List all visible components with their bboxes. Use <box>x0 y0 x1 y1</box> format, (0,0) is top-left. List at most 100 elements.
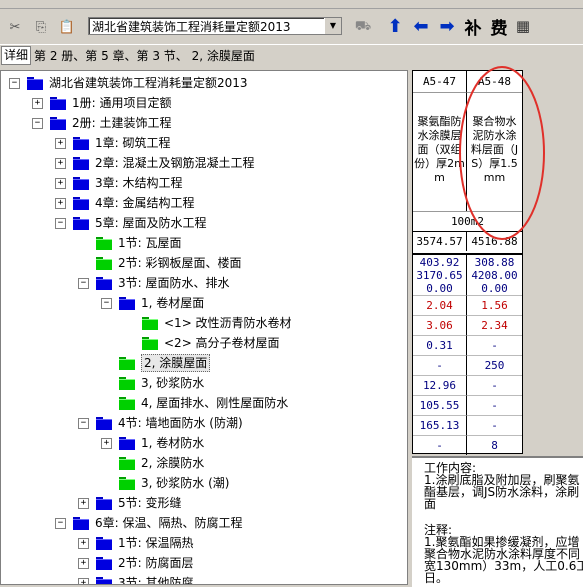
folder-icon <box>119 397 135 410</box>
tree-node[interactable]: +1节: 保温隔热 <box>1 533 407 553</box>
tree-node-label: 2章: 混凝土及钢筋混凝土工程 <box>95 156 255 170</box>
breakdown-1-machine: 0.00 <box>426 282 453 295</box>
tree-node[interactable]: +3节: 其他防腐 <box>1 573 407 584</box>
notes-content: 工作内容: 1.涂刷底脂及附加层，刷聚氨酯基层，调JS防水涂料，涂刷面 注释: … <box>424 462 583 584</box>
collapse-icon[interactable]: − <box>32 118 43 129</box>
tree-node-label: 3, 砂浆防水 (潮) <box>141 476 230 490</box>
expand-icon[interactable]: + <box>55 138 66 149</box>
folder-icon <box>96 497 112 510</box>
collapse-icon[interactable]: − <box>55 218 66 229</box>
copy-icon[interactable]: ⎘ <box>30 16 52 38</box>
collapse-icon[interactable]: − <box>78 278 89 289</box>
consumption-cell[interactable]: - <box>413 435 467 455</box>
consumption-cell[interactable]: 3.06 <box>413 315 467 335</box>
paste-icon[interactable]: 📋 <box>56 16 78 38</box>
tree-node[interactable]: − 6章: 保温、隔热、防腐工程 <box>1 513 407 533</box>
tree-node[interactable]: +2节: 防腐面层 <box>1 553 407 573</box>
consumption-cell[interactable]: 165.13 <box>413 415 467 435</box>
tree-node-label: 3节: 屋面防水、排水 <box>118 276 230 290</box>
folder-icon <box>27 77 43 90</box>
breakdown-1-labor: 403.92 <box>419 256 460 269</box>
grid-tool-icon[interactable]: ▦ <box>512 15 534 37</box>
quota-tree[interactable]: − 湖北省建筑装饰工程消耗量定额2013 +1册: 通用项目定额 − 2册: 土建装饰工… <box>0 70 408 585</box>
collapse-icon[interactable]: − <box>78 418 89 429</box>
consumption-cell[interactable]: 12.96 <box>413 375 467 395</box>
tree-node[interactable]: 2, 涂膜屋面 <box>1 353 407 373</box>
tree-node[interactable]: − 3节: 屋面防水、排水 <box>1 273 407 293</box>
tree-node-label: 1, 卷材防水 <box>141 436 205 450</box>
tree-node[interactable]: +5节: 变形缝 <box>1 493 407 513</box>
breakdown-2-machine: 0.00 <box>481 282 508 295</box>
work-content-text: 1.涂刷底脂及附加层，刷聚氨酯基层，调JS防水涂料，涂刷面 <box>424 473 580 511</box>
tree-node-label: 1章: 砌筑工程 <box>95 136 171 150</box>
folder-icon <box>96 577 112 584</box>
folder-icon <box>73 217 89 230</box>
toolbar: ✂ ⎘ 📋 湖北省建筑装饰工程消耗量定额2013 ▼ ⛟ ⬆ ⬅ ➡ 补 费 ▦ <box>0 0 583 44</box>
consumption-cell[interactable]: 1.56 <box>467 295 522 315</box>
collapse-icon[interactable]: − <box>101 298 112 309</box>
collapse-icon[interactable]: − <box>9 78 20 89</box>
chevron-down-icon[interactable]: ▼ <box>324 18 341 34</box>
expand-icon[interactable]: + <box>101 438 112 449</box>
tree-node[interactable]: <2> 高分子卷材屋面 <box>1 333 407 353</box>
expand-icon[interactable]: + <box>32 98 43 109</box>
cut-icon[interactable]: ✂ <box>4 16 26 38</box>
folder-icon <box>119 297 135 310</box>
consumption-cell[interactable]: 105.55 <box>413 395 467 415</box>
tree-node[interactable]: 3, 砂浆防水 (潮) <box>1 473 407 493</box>
tree-node[interactable]: 2节: 彩钢板屋面、楼面 <box>1 253 407 273</box>
quota-detail-grid[interactable]: A5-47 A5-48 聚氨酯防水涂膜层面（双组份）厚2mm 聚合物水泥防水涂料… <box>412 66 545 455</box>
expand-icon[interactable]: + <box>78 578 89 584</box>
tree-node[interactable]: − 2册: 土建装饰工程 <box>1 113 407 133</box>
collapse-icon[interactable]: − <box>55 518 66 529</box>
consumption-cell[interactable]: 2.04 <box>413 295 467 315</box>
consumption-cell[interactable]: 8 <box>467 435 522 455</box>
tree-node[interactable]: +1册: 通用项目定额 <box>1 93 407 113</box>
folder-icon <box>96 417 112 430</box>
tree-node[interactable]: <1> 改性沥青防水卷材 <box>1 313 407 333</box>
consumption-cell[interactable]: - <box>467 375 522 395</box>
tree-node-label: 2, 涂膜屋面 <box>141 354 211 372</box>
consumption-cell[interactable]: 2.34 <box>467 315 522 335</box>
quota-library-select[interactable]: 湖北省建筑装饰工程消耗量定额2013 ▼ <box>88 17 342 35</box>
truck-icon[interactable]: ⛟ <box>352 16 374 38</box>
note-text: 1.聚氨酯如果掺缓凝剂，应增聚合物水泥防水涂料厚度不同宽130mm）33m，人工… <box>424 535 583 585</box>
expand-icon[interactable]: + <box>55 198 66 209</box>
expand-icon[interactable]: + <box>78 558 89 569</box>
consumption-cell[interactable]: - <box>467 335 522 355</box>
consumption-cell[interactable]: 0.31 <box>413 335 467 355</box>
tree-node[interactable]: − 5章: 屋面及防水工程 <box>1 213 407 233</box>
expand-icon[interactable]: + <box>78 498 89 509</box>
tree-node[interactable]: +1章: 砌筑工程 <box>1 133 407 153</box>
tree-node[interactable]: +3章: 木结构工程 <box>1 173 407 193</box>
folder-icon <box>50 97 66 110</box>
consumption-cell[interactable]: - <box>467 395 522 415</box>
tree-node[interactable]: +1, 卷材防水 <box>1 433 407 453</box>
tree-node[interactable]: 2, 涂膜防水 <box>1 453 407 473</box>
folder-icon <box>142 317 158 330</box>
folder-icon <box>96 237 112 250</box>
expand-icon[interactable]: + <box>55 158 66 169</box>
up-arrow-icon[interactable]: ⬆ <box>384 15 406 37</box>
tree-node[interactable]: − 1, 卷材屋面 <box>1 293 407 313</box>
supplement-button[interactable]: 补 <box>462 15 484 39</box>
right-arrow-icon[interactable]: ➡ <box>436 15 458 37</box>
folder-icon <box>119 377 135 390</box>
detail-tab[interactable]: 详细 <box>1 46 31 65</box>
expand-icon[interactable]: + <box>55 178 66 189</box>
tree-node[interactable]: − 4节: 墙地面防水 (防潮) <box>1 413 407 433</box>
tree-node[interactable]: 4, 屋面排水、刚性屋面防水 <box>1 393 407 413</box>
expand-icon[interactable]: + <box>78 538 89 549</box>
tree-node-label: 4章: 金属结构工程 <box>95 196 195 210</box>
tree-node[interactable]: +2章: 混凝土及钢筋混凝土工程 <box>1 153 407 173</box>
consumption-cell[interactable]: - <box>413 355 467 375</box>
left-arrow-icon[interactable]: ⬅ <box>410 15 432 37</box>
tree-node[interactable]: − 湖北省建筑装饰工程消耗量定额2013 <box>1 73 407 93</box>
tree-node-label: 湖北省建筑装饰工程消耗量定额2013 <box>49 76 248 90</box>
tree-node[interactable]: 1节: 瓦屋面 <box>1 233 407 253</box>
fee-button[interactable]: 费 <box>488 15 510 39</box>
tree-node[interactable]: 3, 砂浆防水 <box>1 373 407 393</box>
consumption-cell[interactable]: - <box>467 415 522 435</box>
consumption-cell[interactable]: 250 <box>467 355 522 375</box>
tree-node[interactable]: +4章: 金属结构工程 <box>1 193 407 213</box>
